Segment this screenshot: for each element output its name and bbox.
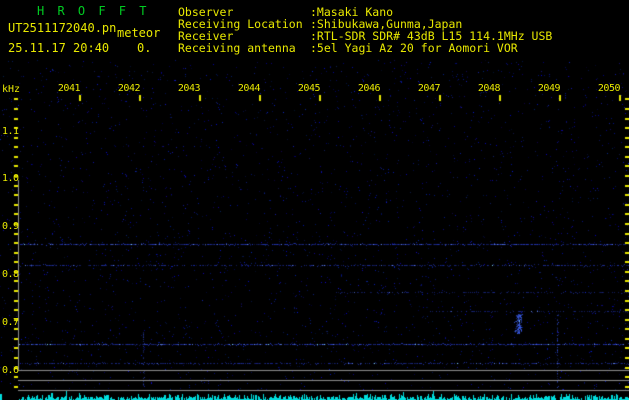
station-field-label: Receiving antenna [178,41,296,55]
time-tick-label: 2049 [537,83,561,94]
freq-tick-label: 1.0 [2,173,19,185]
app-title: H R O F F T [37,4,150,18]
freq-tick-label: 0.6 [2,365,19,376]
freq-tick-label: 1.1 [2,125,19,137]
time-tick-label: 2046 [357,83,381,94]
time-tick-label: 2050 [597,83,621,94]
echo-count: 0. [137,41,152,55]
hrofft-screen: H R O F F T UT2511172040.pn meteor 25.11… [0,0,629,400]
time-tick-label: 2042 [117,83,141,94]
time-tick-label: 2048 [477,83,501,94]
freq-axis-unit: kHz [2,84,21,95]
image-filename: UT2511172040.pn [8,21,117,35]
time-tick-label: 2047 [417,83,441,94]
freq-tick-label: 0.8 [2,269,19,281]
spectrogram-canvas [0,0,629,400]
freq-tick-label: 0.7 [2,317,19,329]
observation-mode-label: meteor [117,26,161,40]
time-tick-label: 2041 [57,83,81,94]
observation-datetime: 25.11.17 20:40 [8,41,110,55]
time-tick-label: 2043 [177,83,201,94]
time-tick-label: 2044 [237,83,261,94]
freq-tick-label: 0.9 [2,221,19,233]
time-tick-label: 2045 [297,83,321,94]
station-field-value: :5el Yagi Az 20 for Aomori VOR [310,41,518,55]
